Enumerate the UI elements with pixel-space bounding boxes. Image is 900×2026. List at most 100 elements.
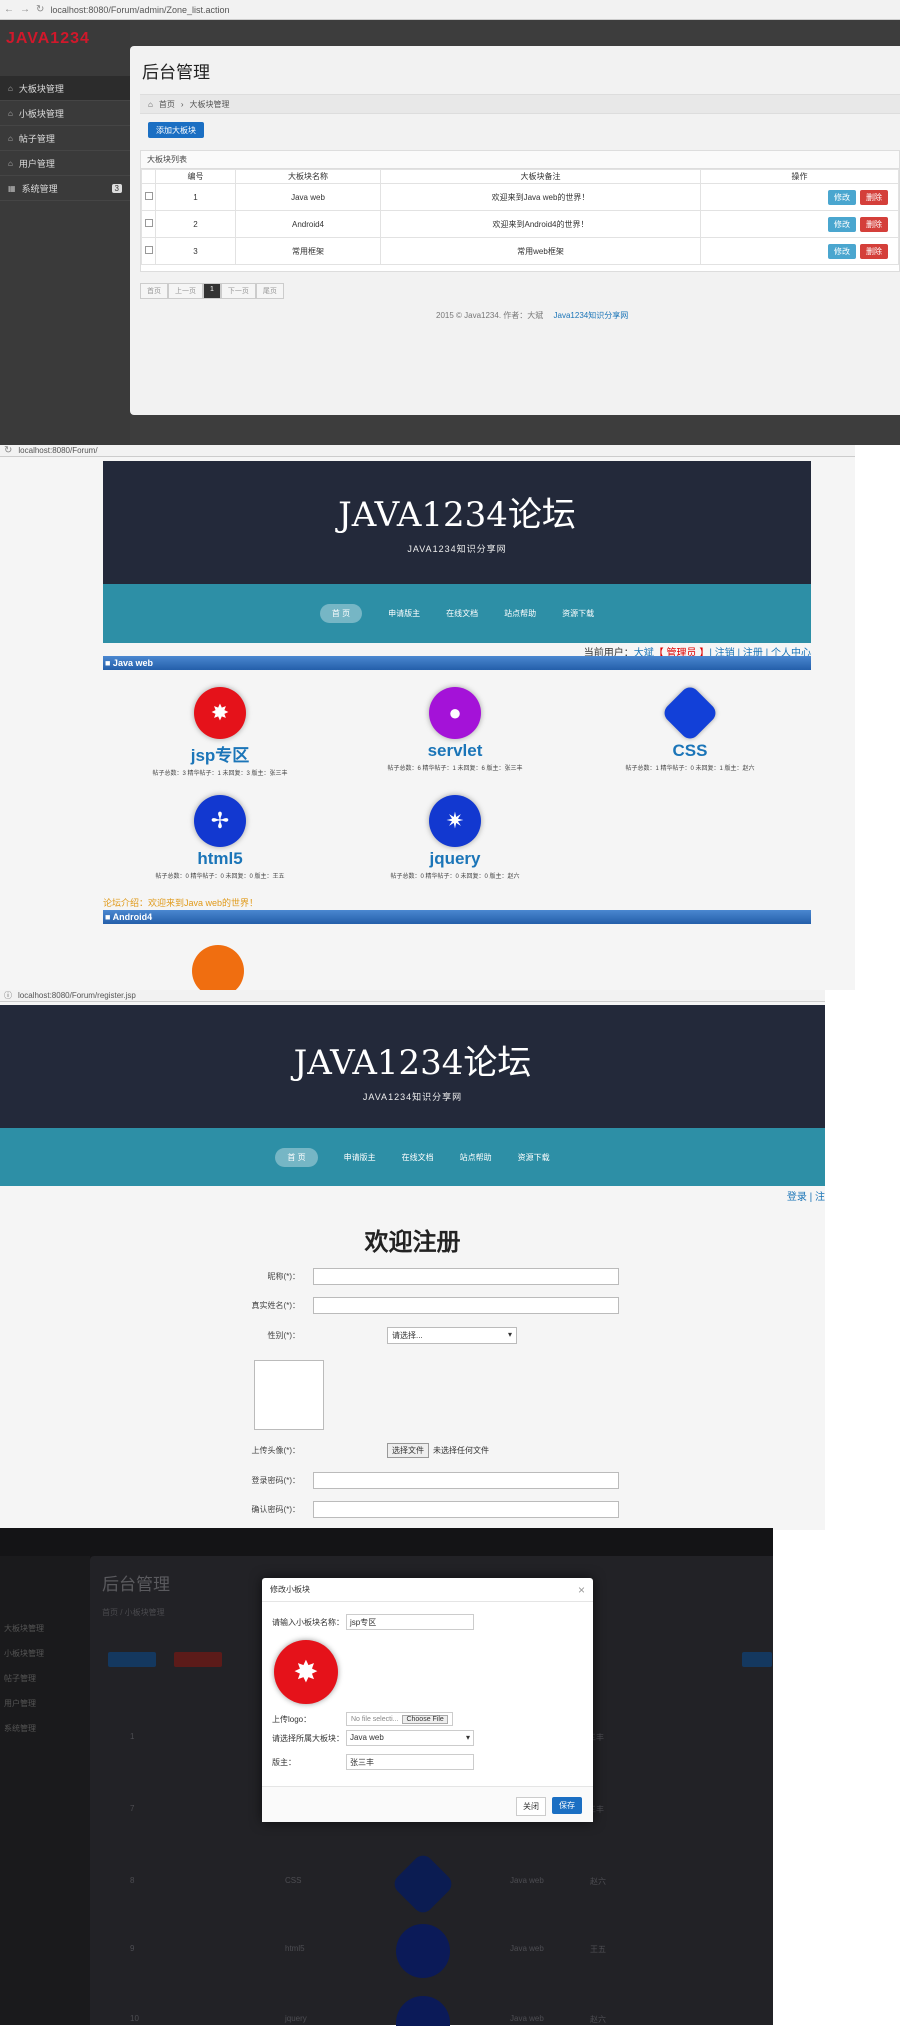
login-link[interactable]: 登录 | 注 [787,1188,825,1203]
nav-home[interactable]: 首 页 [275,1147,318,1167]
address-bar[interactable]: ← → ↻ localhost:8080/Forum/admin/Zone_li… [0,0,900,20]
nav-help[interactable]: 站点帮助 [460,1152,492,1163]
tile-stats: 帖子总数：1 精华帖子：0 未回复：1 版主：赵六 [625,766,755,772]
row-checkbox[interactable] [144,246,153,254]
page-first[interactable]: 首页 [140,283,168,299]
reload-icon[interactable]: ↻ [4,445,12,456]
sidebar-item-zone[interactable]: ⌂ 大板块管理 [0,76,130,101]
logo-row: 上传logo： No file selecti... Choose File [272,1712,453,1726]
forward-icon[interactable]: → [20,4,30,15]
tile-jsp[interactable]: ✸ jsp专区 帖子总数：3 精华帖子：1 未回复：3 版主：张三丰 [110,687,330,777]
page-prev[interactable]: 上一页 [168,283,203,299]
username-input[interactable] [313,1268,619,1285]
edit-section-screen: 大板块管理 小板块管理 帖子管理 用户管理 系统管理 后台管理 首页 / 小板块… [0,1528,773,2026]
tile-html5[interactable]: ✢ html5 帖子总数：0 精华帖子：0 未回复：0 版主：王五 [110,795,330,880]
android-logo-icon [190,943,246,990]
address-bar[interactable]: ⓘ localhost:8080/Forum/register.jsp [0,990,825,1002]
home-icon: ⌂ [148,99,153,109]
page-current[interactable]: 1 [203,283,221,299]
sidebar-item-system[interactable]: ▦ 系统管理 3 [0,176,130,201]
cell-id: 3 [155,237,236,265]
password-input[interactable] [313,1472,619,1489]
table-row: 3 常用框架 常用web框架 修改 删除 [141,237,899,265]
bg-jquery-logo-icon [396,1996,450,2026]
bg-cell-master: 赵六 [590,1877,606,1886]
bg-cell-master: 赵六 [590,2015,606,2024]
bg-cell-zone: Java web [510,2014,544,2023]
reload-icon[interactable]: ↻ [36,4,44,15]
master-row: 版主： 张三丰 [272,1754,474,1770]
url-text[interactable]: localhost:8080/Forum/admin/Zone_list.act… [50,5,229,15]
zone-row: 请选择所属大板块： Java web ▾ [272,1730,474,1746]
nav-download[interactable]: 资源下载 [562,608,594,619]
section-android4: ■ Android4 [103,910,811,924]
close-button[interactable]: 关闭 [516,1797,546,1816]
delete-button[interactable]: 删除 [860,189,888,205]
sidebar-item-topic[interactable]: ⌂ 帖子管理 [0,126,130,151]
delete-button[interactable]: 删除 [860,216,888,232]
tile-name[interactable]: CSS [580,741,800,761]
breadcrumb-current: 大板块管理 [189,99,230,109]
section-java-web: ■ Java web [103,656,811,670]
delete-button[interactable]: 删除 [860,243,888,259]
nav-home[interactable]: 首 页 [319,604,363,623]
nav-docs[interactable]: 在线文档 [446,608,478,619]
page-last[interactable]: 尾页 [255,283,284,299]
form-row-confirm: 确认密码(*)： [230,1501,619,1518]
admin-sidebar: JAVA1234 ⌂ 大板块管理 ⌂ 小板块管理 ⌂ 帖子管理 ⌂ 用户管理 ▦ 系统管理… [0,20,130,445]
cell-name: 常用框架 [235,237,381,265]
choose-file-button[interactable]: 选择文件 [387,1443,429,1458]
sidebar-item-user[interactable]: ⌂ 用户管理 [0,151,130,176]
confirm-input[interactable] [313,1501,619,1518]
sidebar-item-label: 帖子管理 [18,133,55,144]
bg-sidebar-item: 小板块管理 [4,1649,44,1658]
footer-link[interactable]: Java1234知识分享网 [554,311,629,320]
zone-select[interactable]: Java web ▾ [346,1730,474,1746]
cell-id: 2 [155,210,236,238]
nav-help[interactable]: 站点帮助 [504,608,536,619]
tile-name[interactable]: jquery [345,849,565,869]
url-text[interactable]: localhost:8080/Forum/register.jsp [18,991,136,1000]
tile-name[interactable]: servlet [345,741,565,761]
tile-stats: 帖子总数：0 精华帖子：0 未回复：0 版主：赵六 [390,874,520,880]
nav-download[interactable]: 资源下载 [518,1152,550,1163]
back-icon[interactable]: ← [4,4,14,15]
bg-cell-zone: Java web [510,1876,544,1885]
html5-logo-icon: ✢ [194,795,246,847]
cell-id: 1 [155,183,236,211]
choose-file-button[interactable]: Choose File [402,1714,448,1724]
tile-servlet[interactable]: ● servlet 帖子总数：6 精华帖子：1 未回复：6 版主：张三丰 [345,687,565,772]
breadcrumb-home[interactable]: 首页 [159,99,175,110]
tile-css[interactable]: CSS 帖子总数：1 精华帖子：0 未回复：1 版主：赵六 [580,683,800,772]
address-bar[interactable]: ↻ localhost:8080/Forum/ [0,445,855,457]
bg-cell-name: jquery [285,2014,307,2023]
logo-file-input[interactable]: No file selecti... Choose File [346,1712,453,1726]
name-input[interactable]: jsp专区 [346,1614,474,1630]
save-button[interactable]: 保存 [552,1797,582,1814]
edit-button[interactable]: 修改 [828,189,856,205]
master-input[interactable]: 张三丰 [346,1754,474,1770]
edit-button[interactable]: 修改 [828,216,856,232]
nav-docs[interactable]: 在线文档 [402,1152,434,1163]
nav-apply-moderator[interactable]: 申请版主 [388,608,420,619]
edit-button[interactable]: 修改 [828,243,856,259]
gender-select[interactable]: 请选择... ▾ [387,1327,517,1344]
tile-name[interactable]: html5 [110,849,330,869]
forum-header: JAVA1234论坛 JAVA1234知识分享网 [0,1005,825,1128]
realname-label: 真实姓名(*)： [251,1301,300,1310]
row-checkbox[interactable] [144,219,153,227]
bg-sidebar-item: 大板块管理 [4,1624,44,1633]
tile-name[interactable]: jsp专区 [110,741,330,766]
page-next[interactable]: 下一页 [220,283,256,299]
tile-jquery[interactable]: ✷ jquery 帖子总数：0 精华帖子：0 未回复：0 版主：赵六 [345,795,565,880]
nav-apply-moderator[interactable]: 申请版主 [344,1152,376,1163]
add-zone-button[interactable]: 添加大板块 [148,122,204,138]
bg-cell-id: 7 [130,1804,135,1813]
modal-header: 修改小板块 × [262,1578,593,1602]
row-checkbox[interactable] [144,192,153,200]
close-icon[interactable]: × [578,1583,585,1597]
realname-input[interactable] [313,1297,619,1314]
url-text[interactable]: localhost:8080/Forum/ [18,446,97,455]
sidebar-item-section[interactable]: ⌂ 小板块管理 [0,101,130,126]
page-title: 后台管理 [142,63,210,82]
